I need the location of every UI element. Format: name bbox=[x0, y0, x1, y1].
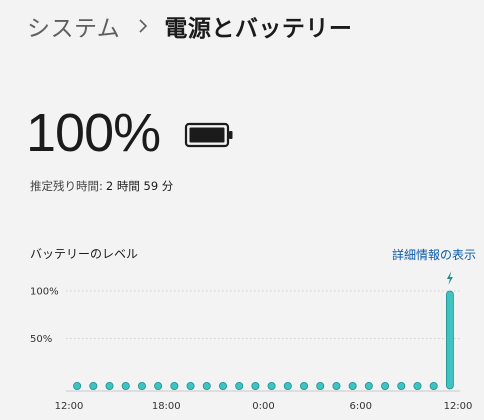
battery-sample-point bbox=[218, 382, 227, 391]
battery-sample-bar bbox=[445, 290, 454, 390]
battery-sample-point bbox=[137, 382, 146, 391]
chevron-right-icon bbox=[138, 19, 148, 33]
battery-sample-point bbox=[170, 382, 179, 391]
charging-bolt-icon bbox=[446, 271, 453, 285]
battery-sample-point bbox=[121, 382, 130, 391]
battery-sample-point bbox=[397, 382, 406, 391]
x-tick-label: 0:00 bbox=[252, 401, 274, 412]
battery-sample-point bbox=[381, 382, 390, 391]
battery-sample-point bbox=[283, 382, 292, 391]
battery-level-chart: 100% 50% 12:00 18:00 0:00 6:00 12:00 bbox=[30, 271, 473, 412]
battery-level-title: バッテリーのレベル bbox=[30, 247, 139, 261]
remaining-time-label: 推定残り時間: bbox=[30, 179, 103, 193]
page-title: 電源とバッテリー bbox=[164, 16, 353, 42]
battery-sample-point bbox=[235, 382, 244, 391]
battery-sample-point bbox=[186, 382, 195, 391]
breadcrumb: システム 電源とバッテリー bbox=[27, 8, 352, 44]
battery-sample-point bbox=[251, 382, 260, 391]
battery-sample-point bbox=[429, 382, 438, 391]
breadcrumb-parent-system[interactable]: システム bbox=[27, 9, 120, 43]
x-tick-label: 6:00 bbox=[350, 401, 372, 412]
battery-sample-point bbox=[89, 382, 98, 391]
remaining-time: 推定残り時間: 2 時間 59 分 bbox=[30, 178, 173, 194]
x-tick-label: 12:00 bbox=[55, 401, 84, 412]
battery-sample-point bbox=[364, 382, 373, 391]
x-tick-label: 18:00 bbox=[152, 401, 181, 412]
battery-sample-point bbox=[413, 382, 422, 391]
y-tick-label: 100% bbox=[30, 287, 59, 298]
details-link[interactable]: 詳細情報の表示 bbox=[392, 246, 476, 263]
battery-percentage: 100% bbox=[26, 103, 161, 163]
remaining-time-value: 2 時間 59 分 bbox=[105, 179, 174, 193]
battery-sample-point bbox=[332, 382, 341, 391]
battery-sample-point bbox=[300, 382, 309, 391]
battery-sample-point bbox=[348, 382, 357, 391]
x-tick-label: 12:00 bbox=[444, 401, 473, 412]
battery-fill-level bbox=[189, 127, 225, 143]
y-tick-label: 50% bbox=[30, 334, 52, 345]
battery-sample-point bbox=[154, 382, 163, 391]
battery-sample-point bbox=[267, 382, 276, 391]
battery-sample-point bbox=[105, 382, 114, 391]
battery-sample-point bbox=[73, 382, 82, 391]
battery-sample-point bbox=[202, 382, 211, 391]
battery-sample-point bbox=[316, 382, 325, 391]
battery-full-icon bbox=[184, 122, 233, 148]
